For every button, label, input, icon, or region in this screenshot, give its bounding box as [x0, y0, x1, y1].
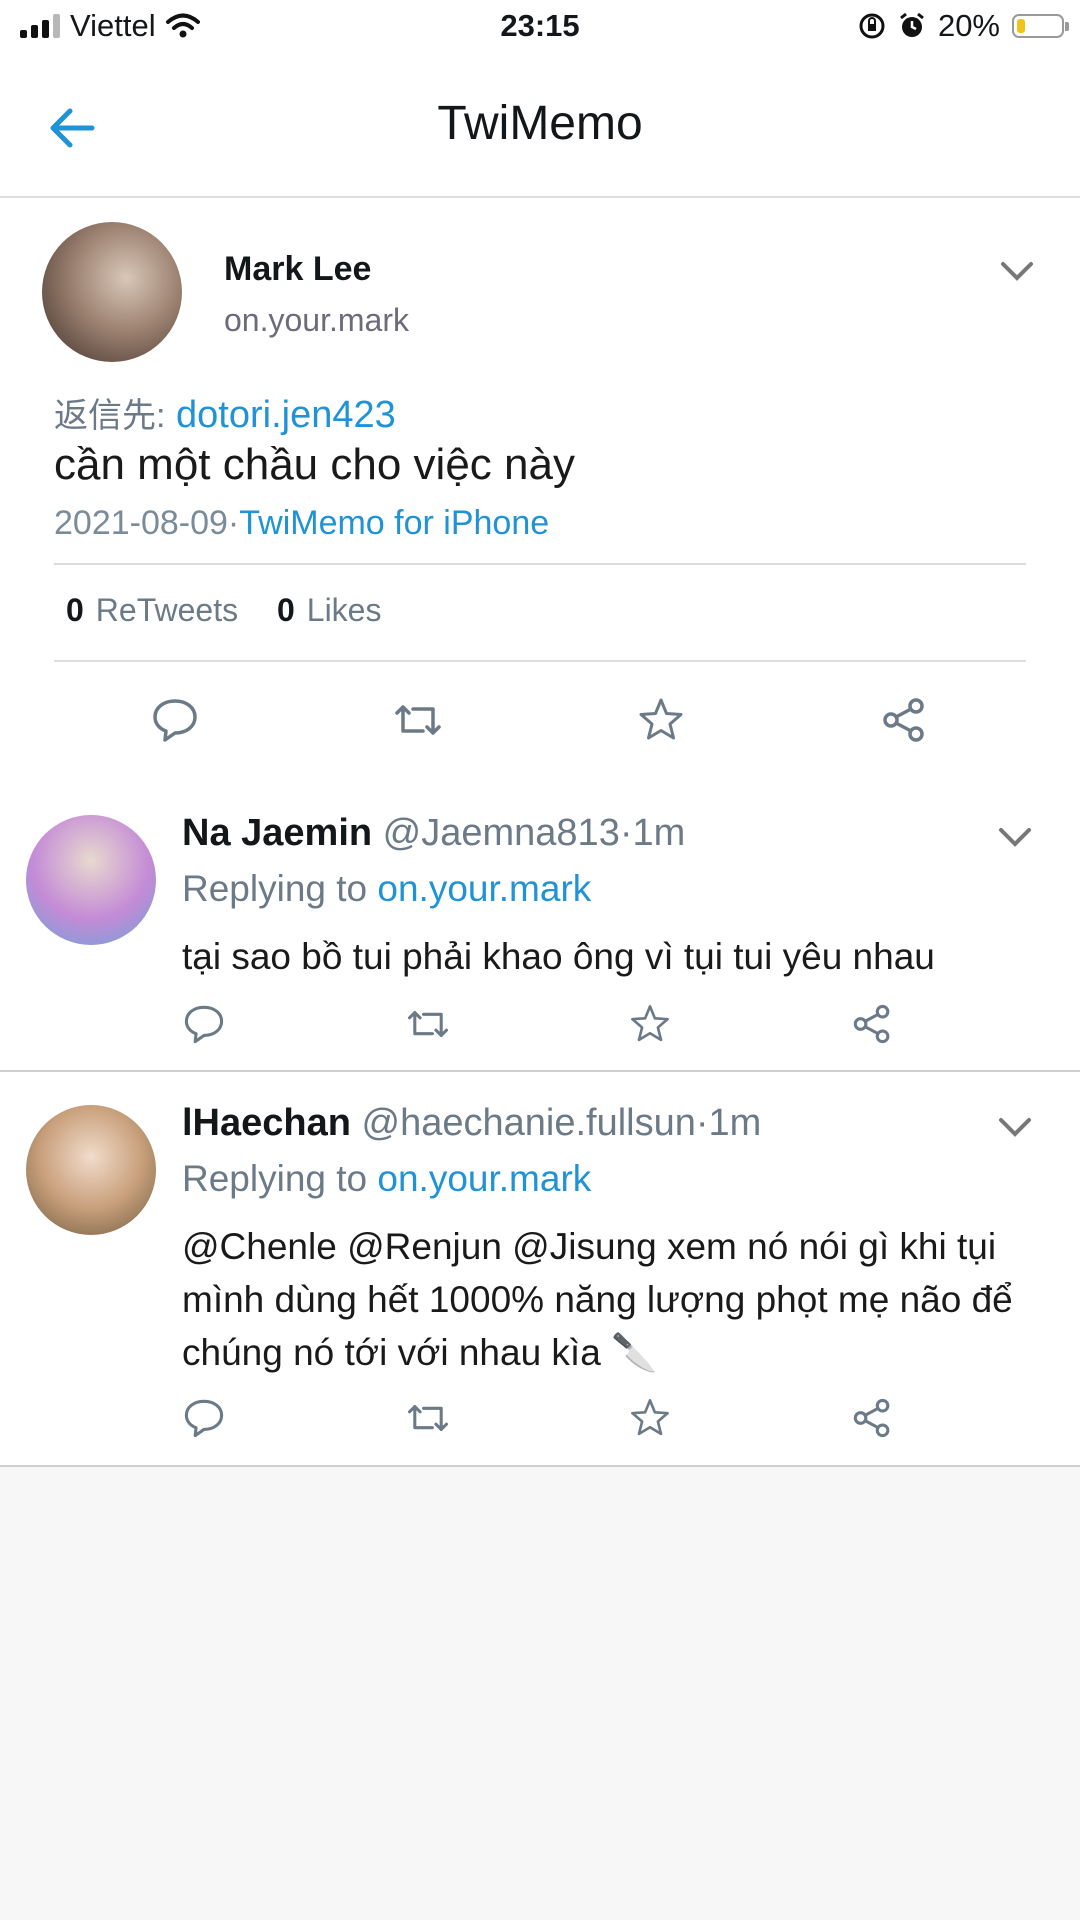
divider — [54, 660, 1026, 662]
star-icon[interactable] — [628, 1396, 672, 1440]
reply-icon[interactable] — [182, 1002, 226, 1046]
retweet-stat[interactable]: 0 ReTweets — [66, 592, 238, 628]
battery-fill — [1017, 19, 1025, 33]
status-right: 20% — [858, 8, 1069, 44]
avatar[interactable] — [26, 815, 156, 945]
tweet-stats: 0 ReTweets 0 Likes — [66, 592, 381, 629]
reply-to-line: 返信先: dotori.jen423 — [54, 388, 396, 437]
reply-tweet: Na Jaemin @Jaemna813·1m Replying to on.y… — [0, 780, 1080, 1072]
retweet-icon[interactable] — [406, 1002, 450, 1046]
chevron-down-icon[interactable] — [1000, 260, 1034, 282]
share-icon[interactable] — [850, 1396, 894, 1440]
replying-to-link[interactable]: on.your.mark — [377, 1158, 591, 1199]
author-handle[interactable]: on.your.mark — [224, 302, 409, 339]
divider — [0, 1465, 1080, 1467]
reply-tweet: lHaechan @haechanie.fullsun·1m Replying … — [0, 1072, 1080, 1466]
reply-author[interactable]: Na Jaemin @Jaemna813·1m — [182, 812, 685, 855]
share-icon[interactable] — [879, 695, 929, 745]
reply-author[interactable]: lHaechan @haechanie.fullsun·1m — [182, 1102, 761, 1145]
replying-label: Replying to — [182, 868, 368, 909]
status-bar: Viettel 23:15 20% — [0, 0, 1080, 56]
star-icon[interactable] — [628, 1002, 672, 1046]
nav-bar: TwiMemo — [0, 56, 1080, 198]
retweet-label: ReTweets — [95, 592, 239, 628]
reply-author-handle: @Jaemna813 — [382, 812, 620, 854]
reply-author-handle: @haechanie.fullsun — [361, 1102, 696, 1144]
rotation-lock-icon — [859, 13, 885, 39]
tweet-meta: 2021-08-09·TwiMemo for iPhone — [54, 504, 549, 543]
reply-time: ·1m — [695, 1102, 762, 1144]
replying-label: Replying to — [182, 1158, 368, 1199]
reply-to-link[interactable]: dotori.jen423 — [176, 394, 396, 436]
alarm-icon — [900, 12, 924, 37]
retweet-icon[interactable] — [393, 695, 443, 745]
reply-time: ·1m — [619, 812, 686, 854]
chevron-down-icon[interactable] — [998, 826, 1032, 848]
tweet-text: cần một chầu cho việc này — [54, 440, 575, 489]
replying-to-line: Replying to on.your.mark — [182, 1158, 591, 1200]
reply-icon[interactable] — [182, 1396, 226, 1440]
retweet-count: 0 — [66, 592, 84, 628]
reply-text: tại sao bồ tui phải khao ông vì tụi tui … — [182, 936, 935, 977]
star-icon[interactable] — [636, 695, 686, 745]
avatar[interactable] — [26, 1105, 156, 1235]
meta-separator: · — [227, 504, 240, 542]
replying-to-link[interactable]: on.your.mark — [377, 868, 591, 909]
tweet-source-link[interactable]: TwiMemo for iPhone — [239, 504, 549, 542]
replying-to-line: Replying to on.your.mark — [182, 868, 591, 910]
reply-prefix: 返信先: — [54, 397, 166, 435]
chevron-down-icon[interactable] — [998, 1116, 1032, 1138]
retweet-icon[interactable] — [406, 1396, 450, 1440]
reply-author-name: lHaechan — [182, 1102, 351, 1144]
author-name[interactable]: Mark Lee — [224, 250, 371, 289]
battery-percent: 20% — [937, 8, 1000, 43]
like-stat[interactable]: 0 Likes — [277, 592, 382, 628]
reply-icon[interactable] — [150, 695, 200, 745]
like-label: Likes — [306, 592, 382, 628]
tweet-date: 2021-08-09 — [54, 504, 228, 542]
page-title: TwiMemo — [437, 97, 643, 150]
share-icon[interactable] — [850, 1002, 894, 1046]
battery-icon — [1012, 14, 1069, 38]
main-tweet: Mark Lee on.your.mark 返信先: dotori.jen423… — [0, 198, 1080, 782]
divider — [54, 563, 1026, 565]
reply-text: @Chenle @Renjun @Jisung xem nó nói gì kh… — [182, 1226, 1013, 1373]
like-count: 0 — [276, 592, 295, 628]
avatar[interactable] — [42, 222, 182, 362]
reply-author-name: Na Jaemin — [182, 812, 373, 854]
